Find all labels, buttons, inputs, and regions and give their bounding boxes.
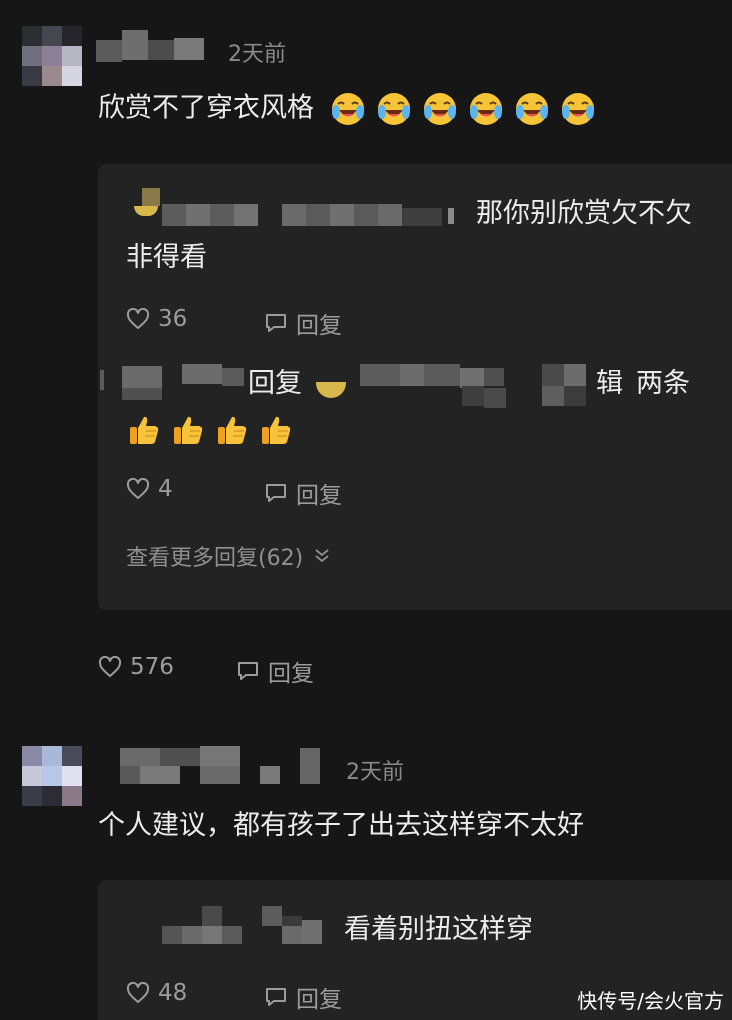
comment-icon — [266, 314, 286, 332]
heart-icon — [98, 656, 122, 677]
emoji-row — [126, 412, 294, 448]
heart-icon — [126, 478, 150, 499]
reply-label: 回复 — [268, 661, 314, 687]
reply-text: 那你别欣赏欠不欠 — [476, 198, 692, 229]
like-count: 36 — [158, 306, 188, 332]
comment-icon — [266, 484, 286, 502]
crying-laughing-emoji-icon — [561, 93, 594, 125]
crying-laughing-emoji-icon — [377, 93, 410, 125]
reply-to-word: 回复 — [248, 368, 302, 399]
watermark: 快传号/会火官方 — [577, 989, 724, 1013]
comment-icon — [238, 662, 258, 680]
like-button[interactable]: 576 — [98, 654, 174, 680]
like-count: 4 — [158, 476, 173, 502]
like-count: 576 — [130, 654, 174, 680]
reply-text: 两条 — [636, 368, 690, 399]
crying-laughing-emoji-icon — [515, 93, 548, 125]
crying-laughing-emoji-icon — [423, 93, 456, 125]
reply-button[interactable]: 回复 — [236, 654, 314, 688]
comment-text: 个人建议，都有孩子了出去这样穿不太好 — [98, 810, 584, 841]
reply-button[interactable]: 回复 — [264, 476, 342, 510]
thumbs-up-emoji-icon — [262, 416, 291, 444]
crying-laughing-emoji-icon — [331, 93, 364, 125]
reply-thread: 那你别欣赏欠不欠 非得看 36 回复 回复 辑 两条 4 回复 查看更多回复(6… — [98, 164, 732, 610]
reply-label: 回复 — [296, 987, 342, 1013]
crying-laughing-emoji-icon — [469, 93, 502, 125]
like-button[interactable]: 4 — [126, 476, 173, 502]
heart-icon — [126, 308, 150, 329]
thumbs-up-emoji-icon — [218, 416, 247, 444]
avatar[interactable] — [22, 746, 82, 806]
reply-text-line2: 非得看 — [126, 242, 207, 273]
comment-time: 2天前 — [346, 760, 404, 785]
thumbs-up-emoji-icon — [174, 416, 203, 444]
like-count: 48 — [158, 980, 188, 1006]
comment-text-body: 欣赏不了穿衣风格 — [98, 92, 314, 124]
reply-label: 回复 — [296, 313, 342, 339]
reply-button[interactable]: 回复 — [264, 980, 342, 1014]
comment-icon — [266, 988, 286, 1006]
avatar[interactable] — [22, 26, 82, 86]
reply-label: 回复 — [296, 483, 342, 509]
like-button[interactable]: 36 — [126, 306, 187, 332]
reply-button[interactable]: 回复 — [264, 306, 342, 340]
comment-time: 2天前 — [228, 42, 286, 67]
double-chevron-down-icon — [315, 549, 329, 563]
view-more-label: 查看更多回复(62) — [126, 546, 304, 571]
replied-user-tail[interactable]: 辑 — [596, 366, 623, 401]
view-more-replies-button[interactable]: 查看更多回复(62) — [126, 540, 331, 572]
comment-text: 欣赏不了穿衣风格 — [98, 90, 597, 128]
like-button[interactable]: 48 — [126, 980, 187, 1006]
emoji-row — [329, 93, 597, 125]
thumbs-up-emoji-icon — [130, 416, 159, 444]
reply-text: 看着别扭这样穿 — [344, 914, 533, 945]
heart-icon — [126, 982, 150, 1003]
